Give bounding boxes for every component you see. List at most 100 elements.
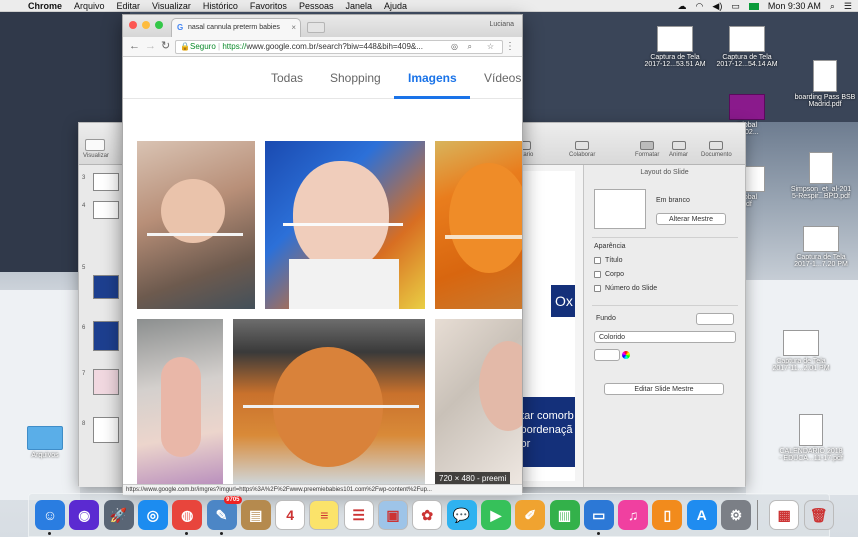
animate-icon: [671, 141, 686, 150]
new-tab-button[interactable]: [307, 22, 325, 33]
slide-thumbnail[interactable]: [93, 417, 119, 443]
dock-running-indicator: [48, 532, 51, 535]
cloud-icon[interactable]: ☁: [678, 1, 687, 12]
dock-safari-icon[interactable]: ◎: [137, 500, 168, 530]
dock-preview-icon[interactable]: ✎ 9705: [206, 496, 242, 530]
menu-item-visualizar[interactable]: Visualizar: [152, 1, 191, 11]
dock-notes-icon[interactable]: ≡: [309, 500, 340, 530]
image-result[interactable]: [137, 319, 223, 485]
dock-itunes-icon[interactable]: ♫: [618, 500, 649, 530]
body-checkbox[interactable]: Corpo: [594, 271, 624, 278]
dock-chrome-icon[interactable]: ◍: [172, 500, 203, 530]
image-result[interactable]: [137, 141, 255, 309]
image-result[interactable]: [435, 141, 522, 309]
spotlight-icon[interactable]: ⌕: [830, 1, 835, 12]
image-result[interactable]: 720 × 480 - preemi: [435, 319, 522, 485]
wifi-icon[interactable]: ◠: [696, 1, 704, 12]
desktop-folder-icon[interactable]: Arquivos: [10, 426, 80, 459]
desktop-file-icon[interactable]: CALENDARIO 2018 - EDUCA...11-17.pdf: [776, 414, 846, 462]
dock-ibooks-icon[interactable]: ▯: [652, 500, 683, 530]
zoom-icon[interactable]: ⌕: [465, 41, 474, 53]
flag-icon[interactable]: [748, 2, 759, 10]
dock-system-preferences-icon[interactable]: ⚙: [721, 500, 751, 530]
desktop-file-icon[interactable]: Captura de Tela 2017-11...2.01 PM: [766, 330, 836, 372]
slide-thumbnail[interactable]: [93, 369, 119, 395]
image-result[interactable]: [265, 141, 425, 309]
slide-thumbnail[interactable]: [93, 201, 119, 219]
url-text: www.google.com.br/search?biw=448&bih=409…: [246, 42, 423, 51]
sidebar-toggle-button[interactable]: [85, 139, 105, 151]
slide-thumbnail[interactable]: [93, 275, 119, 299]
change-master-button[interactable]: Alterar Mestre: [656, 213, 726, 225]
document-button[interactable]: Documento: [701, 141, 732, 158]
battery-icon[interactable]: ▭: [731, 1, 740, 12]
menu-item-favoritos[interactable]: Favoritos: [250, 1, 287, 11]
layout-thumbnail[interactable]: [594, 189, 646, 229]
slide-title-box[interactable]: Ox: [551, 285, 575, 317]
animate-button[interactable]: Animar: [669, 141, 688, 158]
slide-number: 3: [82, 175, 86, 181]
background-fill-select[interactable]: Colorido: [594, 331, 736, 343]
close-tab-icon[interactable]: ×: [291, 19, 296, 36]
notification-center-icon[interactable]: ☰: [844, 1, 852, 12]
menu-item-pessoas[interactable]: Pessoas: [299, 1, 334, 11]
desktop-file-icon[interactable]: Captura de Tela 2017-1...7.20 PM: [786, 226, 856, 268]
menu-item-janela[interactable]: Janela: [345, 1, 372, 11]
slide-number-checkbox[interactable]: Número do Slide: [594, 285, 657, 292]
profile-button[interactable]: Luciana: [489, 21, 514, 28]
back-arrow-icon[interactable]: ←: [129, 40, 140, 53]
close-window-button[interactable]: [129, 21, 137, 29]
title-checkbox[interactable]: Título: [594, 257, 623, 264]
dock-app-store-icon[interactable]: A: [686, 500, 717, 530]
tab-imagens[interactable]: Imagens: [408, 71, 457, 85]
forward-arrow-icon[interactable]: →: [145, 40, 156, 53]
desktop-file-icon[interactable]: boarding Pass BSB Madrid.pdf: [790, 60, 858, 108]
dock-launchpad-icon[interactable]: 🚀: [103, 500, 134, 530]
menubar-clock[interactable]: Mon 9:30 AM: [768, 1, 821, 11]
menu-app-name[interactable]: Chrome: [28, 1, 62, 11]
address-bar[interactable]: 🔒 Seguro | https://www.google.com.br/sea…: [175, 40, 503, 54]
dock-reminders-icon[interactable]: ☰: [343, 500, 374, 530]
chrome-menu-icon[interactable]: ⋮: [505, 40, 515, 53]
tab-todas[interactable]: Todas: [271, 71, 303, 85]
collaborate-button[interactable]: Colaborar: [569, 141, 595, 158]
dock-document-icon[interactable]: ▦: [769, 500, 800, 530]
dock-trash-icon[interactable]: 🗑: [803, 500, 834, 530]
edit-master-slide-button[interactable]: Editar Slide Mestre: [604, 383, 724, 395]
tab-videos[interactable]: Vídeos: [484, 71, 521, 85]
dock-siri-icon[interactable]: ◉: [69, 500, 100, 530]
dock-finder-icon[interactable]: ☺: [35, 500, 65, 530]
browser-tab[interactable]: G nasal cannula preterm babies ×: [171, 18, 301, 37]
format-button[interactable]: Formatar: [635, 141, 659, 158]
minimize-window-button[interactable]: [142, 21, 150, 29]
color-swatch[interactable]: [594, 349, 620, 361]
image-result[interactable]: [233, 319, 425, 485]
dock-preview2-icon[interactable]: ▣: [378, 500, 408, 530]
dock-keynote-icon[interactable]: ▭: [583, 500, 614, 530]
slide-thumbnail[interactable]: [93, 321, 119, 351]
bookmark-star-icon[interactable]: ☆: [482, 41, 498, 53]
location-icon[interactable]: ◎: [449, 41, 460, 53]
desktop-file-icon[interactable]: Captura de Tela 2017-12...54.14 AM: [712, 26, 782, 68]
menu-item-arquivo[interactable]: Arquivo: [74, 1, 105, 11]
desktop-file-icon[interactable]: Captura de Tela 2017-12...53.51 AM: [640, 26, 710, 68]
background-color-well[interactable]: [696, 313, 734, 325]
menu-item-ajuda[interactable]: Ajuda: [384, 1, 407, 11]
dock-photos-icon[interactable]: ✿: [412, 500, 443, 530]
dock-messages-icon[interactable]: 💬: [446, 500, 477, 530]
color-wheel-icon[interactable]: [622, 351, 630, 359]
dock-notes-brown-icon[interactable]: ▤: [240, 500, 271, 530]
reload-icon[interactable]: ↻: [161, 40, 170, 53]
volume-icon[interactable]: ◀): [712, 1, 722, 12]
desktop-file-icon[interactable]: Simpson_et_al-201 5-Respir...BPD.pdf: [786, 152, 856, 200]
slide-thumbnail[interactable]: [93, 173, 119, 191]
dock-pages-icon[interactable]: ✐: [515, 500, 546, 530]
menu-item-historico[interactable]: Histórico: [203, 1, 238, 11]
menu-item-editar[interactable]: Editar: [117, 1, 141, 11]
zoom-window-button[interactable]: [155, 21, 163, 29]
dock-numbers-icon[interactable]: ▥: [549, 500, 580, 530]
dock-calendar-icon[interactable]: 4: [275, 500, 306, 530]
checkbox-box: [594, 285, 601, 292]
tab-shopping[interactable]: Shopping: [330, 71, 381, 85]
dock-facetime-icon[interactable]: ▶: [480, 500, 511, 530]
